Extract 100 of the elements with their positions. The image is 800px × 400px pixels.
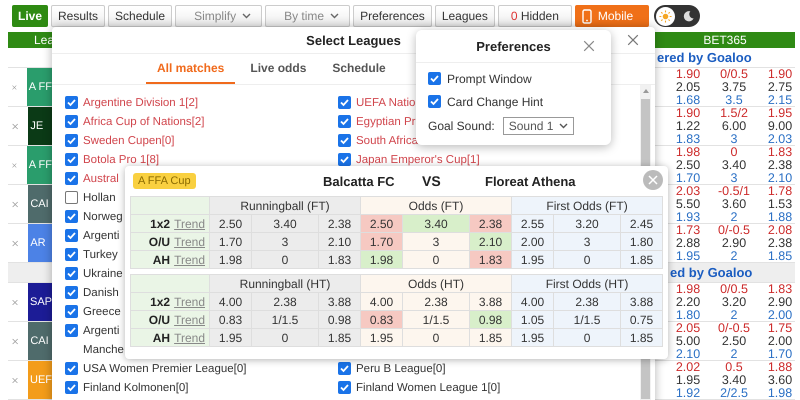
odds-cell: 3.88 <box>470 292 512 310</box>
checkbox[interactable] <box>428 72 441 85</box>
option-label[interactable]: Prompt Window <box>447 72 532 86</box>
checkbox[interactable] <box>65 381 78 394</box>
league-name[interactable]: Egyptian Pr <box>356 116 416 128</box>
odds-value: 2.02 <box>674 361 702 374</box>
remove-icon[interactable] <box>12 376 18 384</box>
close-icon[interactable] <box>627 34 639 46</box>
league-name[interactable]: Hollan <box>83 192 116 204</box>
odds-value: 2.10 <box>766 172 794 185</box>
checkbox[interactable] <box>65 248 78 261</box>
league-name[interactable]: Greece <box>83 306 121 318</box>
league-name[interactable]: Norweg <box>83 210 123 222</box>
toolbar-button[interactable]: Results <box>51 5 106 27</box>
odds-value: 1.83 <box>766 146 794 159</box>
checkbox[interactable] <box>65 305 78 318</box>
toolbar-button[interactable]: Preferences <box>353 5 432 27</box>
toolbar-button[interactable]: Leagues <box>434 5 495 27</box>
league-name[interactable]: Finland Women League 1[0] <box>356 382 500 394</box>
odds-value: 0/0.5 <box>719 68 749 81</box>
odds-value: 1.83 <box>674 133 702 146</box>
league-name[interactable]: Africa Cup of Nations[2] <box>83 116 204 128</box>
checkbox[interactable] <box>65 324 78 337</box>
league-name[interactable]: USA Women Premier League[0] <box>83 362 246 374</box>
checkbox[interactable] <box>65 286 78 299</box>
league-name[interactable]: Argenti <box>83 324 120 336</box>
remove-icon[interactable] <box>12 200 18 208</box>
checkbox[interactable] <box>338 115 351 128</box>
odds-value: 1.83 <box>766 283 794 296</box>
league-name[interactable]: Austral <box>83 172 119 184</box>
close-icon[interactable] <box>583 40 595 52</box>
checkbox[interactable] <box>65 115 78 128</box>
remove-icon[interactable] <box>12 240 18 246</box>
group-header: Odds (HT) <box>360 274 512 292</box>
remove-icon[interactable] <box>12 122 18 130</box>
checkbox[interactable] <box>65 134 78 147</box>
odds-cell: 1.95 <box>360 328 403 346</box>
checkbox[interactable] <box>65 153 78 166</box>
league-name[interactable]: Finland Kolmonen[0] <box>83 382 188 394</box>
league-badge: UEF <box>28 361 52 399</box>
league-name[interactable]: Sweden Cupen[0] <box>83 134 174 146</box>
sun-icon <box>658 10 672 22</box>
sound-select[interactable]: Sound 1 <box>502 117 574 135</box>
moon-icon <box>682 10 695 22</box>
odds-cell: 1.83 <box>470 250 512 268</box>
odds-value: 2.00 <box>766 309 794 322</box>
checkbox[interactable] <box>65 210 78 223</box>
odds-cell: 1.05 <box>512 310 554 328</box>
odds-value: 0/-0.5 <box>717 322 751 335</box>
checkbox[interactable] <box>338 381 351 394</box>
league-name[interactable]: Danish <box>83 286 119 298</box>
odds-cell: 3 <box>402 232 470 250</box>
odds-value: 3.40 <box>720 374 748 387</box>
league-name[interactable]: South Africa <box>356 134 418 146</box>
league-name[interactable]: Argenti <box>83 230 120 242</box>
odds-value: 1.85 <box>766 250 794 263</box>
league-name[interactable]: Manche <box>83 344 124 356</box>
checkbox[interactable] <box>338 153 351 166</box>
column-header: BET365 <box>702 33 748 47</box>
odds-cell: 2.55 <box>512 214 554 232</box>
checkbox[interactable] <box>428 95 441 108</box>
league-name[interactable]: Ukraine <box>83 268 123 280</box>
remove-icon[interactable] <box>12 298 18 306</box>
odds-value: 2 <box>730 348 738 361</box>
toolbar-button[interactable]: Schedule <box>108 5 172 27</box>
league-name[interactable]: UEFA Natio <box>356 96 416 108</box>
odds-cell: 1.83 <box>318 250 360 268</box>
checkbox[interactable] <box>338 362 351 375</box>
league-name[interactable]: Peru B League[0] <box>356 362 446 374</box>
league-name[interactable]: Botola Pro 1[8] <box>83 154 160 166</box>
remove-icon[interactable] <box>12 162 17 168</box>
odds-cell: 2.10 <box>470 232 512 250</box>
tab[interactable]: Schedule <box>321 54 397 84</box>
live-button[interactable]: Live <box>12 5 48 27</box>
odds-cell: 3.88 <box>318 292 361 310</box>
odds-cell: 0 <box>402 250 470 268</box>
remove-icon[interactable] <box>12 84 17 90</box>
checkbox[interactable] <box>65 172 78 185</box>
tab[interactable]: Live odds <box>239 54 318 84</box>
section-title: ered by Goaloo <box>656 50 752 65</box>
option-label[interactable]: Card Change Hint <box>447 94 544 108</box>
remove-icon[interactable] <box>12 338 18 344</box>
odds-value: 1.98 <box>674 283 702 296</box>
odds-value: 2.75 <box>766 81 794 94</box>
odds-cell: 1.95 <box>512 250 554 268</box>
checkbox[interactable] <box>65 267 78 280</box>
checkbox[interactable] <box>65 96 78 109</box>
odds-value: 3.40 <box>720 159 748 172</box>
checkbox[interactable] <box>338 96 351 109</box>
hidden-button[interactable]: 0 Hidden <box>498 5 572 27</box>
checkbox[interactable] <box>338 134 351 147</box>
odds-cell: 0 <box>252 250 318 268</box>
checkbox[interactable] <box>65 191 78 204</box>
league-name[interactable]: Argentine Division 1[2] <box>83 96 198 108</box>
checkbox[interactable] <box>65 362 78 375</box>
checkbox[interactable] <box>65 229 78 242</box>
league-name[interactable]: Japan Emperor's Cup[1] <box>356 154 480 166</box>
close-icon <box>648 175 658 185</box>
league-name[interactable]: Turkey <box>83 248 118 260</box>
theme-toggle[interactable] <box>654 5 700 27</box>
